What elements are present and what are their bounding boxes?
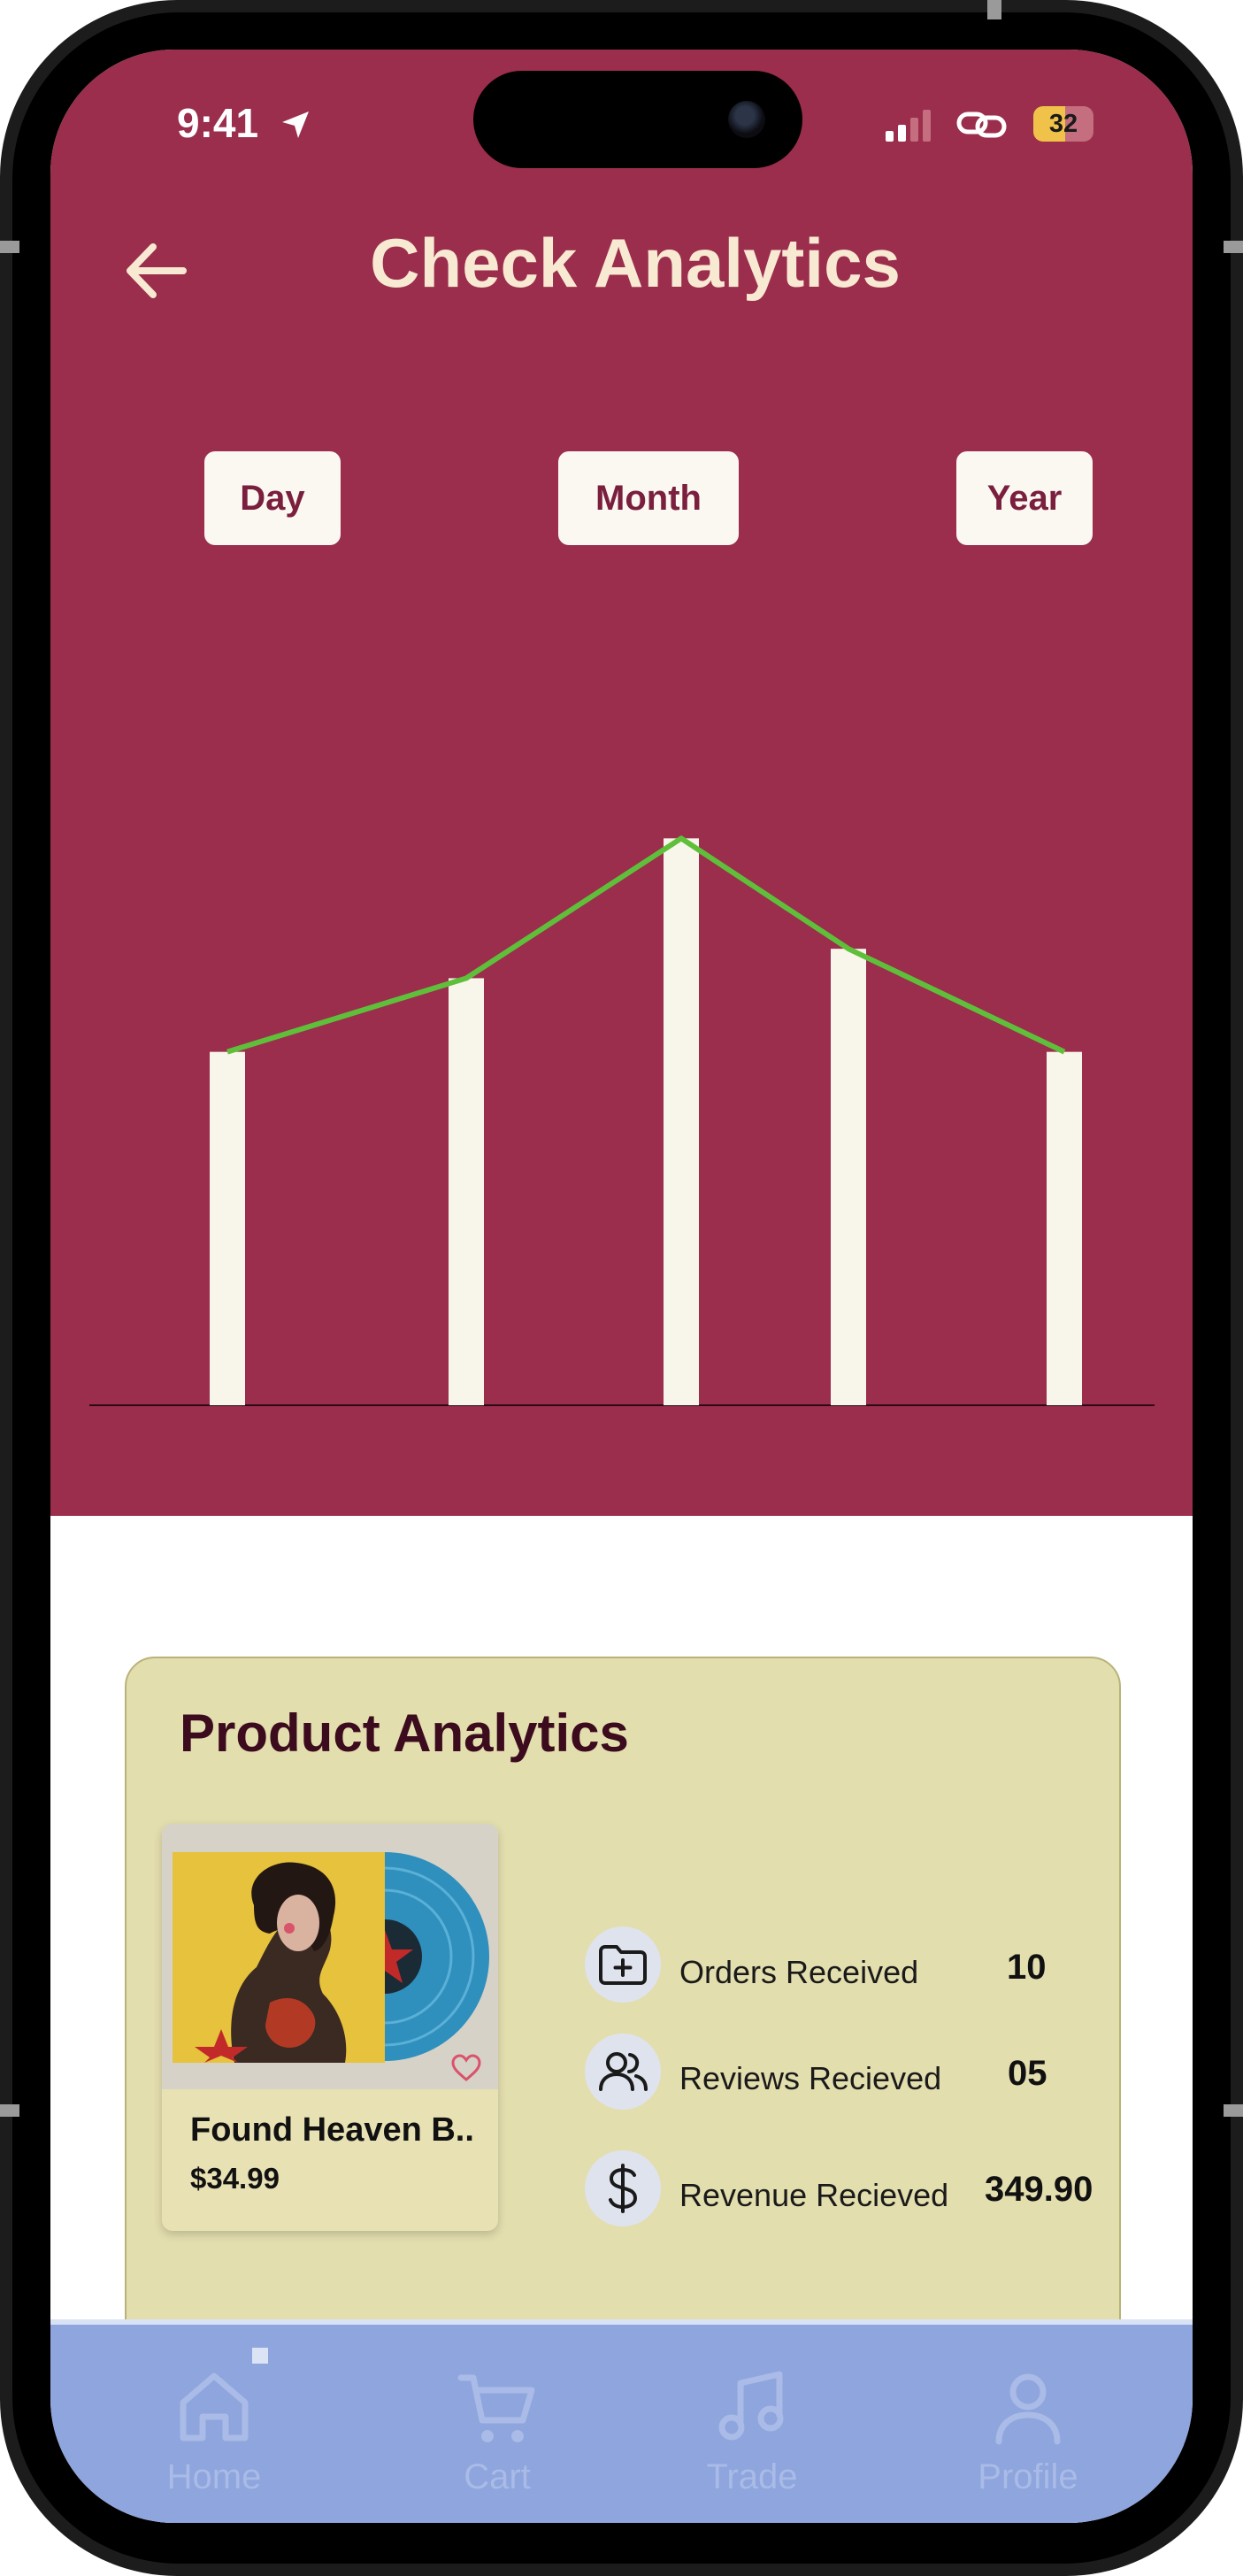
side-button [1224,241,1243,253]
tab-label: Cart [464,2457,531,2496]
bottom-tab-bar: Home Cart Trade Profile [50,2319,1193,2523]
chart-bar [664,838,699,1405]
album-cover-image [173,1852,491,2063]
app-screen: 9:41 32 Check Analytics Day Month Year P… [50,50,1193,2523]
chart-bar [831,949,866,1405]
tab-profile[interactable]: Profile [926,2325,1130,2523]
tab-label: Home [166,2457,262,2496]
tab-label: Profile [978,2457,1078,2496]
chart-bar [210,1051,245,1405]
side-button [987,0,1001,19]
analytics-header-section: 9:41 32 Check Analytics Day Month Year [50,50,1193,1516]
product-price: $34.99 [190,2162,280,2195]
dollar-icon [585,2150,661,2226]
music-icon [718,2371,784,2441]
folder-plus-icon [585,1926,661,2003]
section-title: Product Analytics [180,1703,629,1763]
side-button [0,2104,19,2117]
trend-line [226,835,1066,1055]
tab-home[interactable]: Home [112,2325,316,2523]
product-name: Found Heaven B.. [190,2111,474,2149]
chart-bar [449,978,484,1405]
cart-icon [457,2374,535,2442]
analytics-chart [89,835,1155,1406]
side-button [0,241,19,253]
tab-cart[interactable]: Cart [395,2325,599,2523]
heart-icon[interactable] [450,2054,482,2082]
orders-label: Orders Received [679,1954,919,1990]
revenue-value: 349.90 [985,2170,1093,2209]
chart-bar [1047,1051,1082,1405]
profile-icon [995,2373,1061,2445]
home-icon [180,2372,249,2441]
revenue-label: Revenue Recieved [679,2177,949,2213]
notification-dot [252,2348,268,2364]
reviews-value: 05 [1008,2054,1047,2093]
side-button [1224,2104,1243,2117]
product-card[interactable]: Found Heaven B.. $34.99 [162,1824,498,2231]
users-icon [585,2034,661,2110]
tab-trade[interactable]: Trade [650,2325,854,2523]
tab-label: Trade [706,2457,798,2496]
orders-value: 10 [1007,1948,1047,1987]
phone-frame: 9:41 32 Check Analytics Day Month Year P… [0,0,1243,2576]
reviews-label: Reviews Recieved [679,2060,942,2096]
